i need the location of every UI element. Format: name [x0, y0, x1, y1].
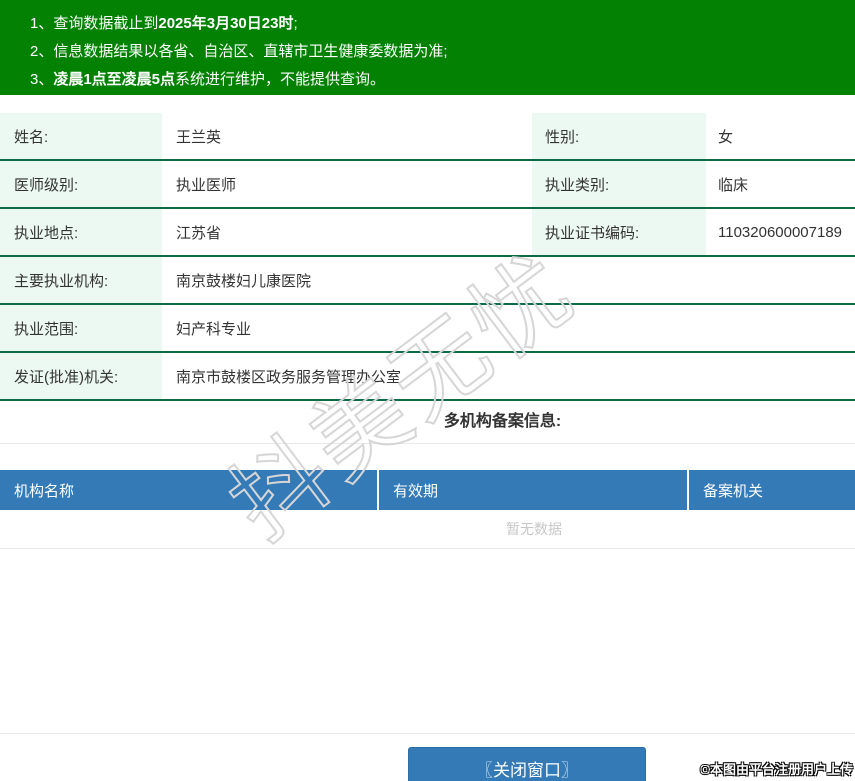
- info-row-main-org: 主要执业机构: 南京鼓楼妇儿康医院: [0, 257, 855, 305]
- practice-location-label: 执业地点:: [0, 209, 162, 255]
- close-window-button[interactable]: 〖关闭窗口〗: [408, 747, 646, 781]
- upload-copyright-watermark: ©本图由平台注册用户上传: [700, 762, 853, 777]
- notice-text: 查询数据截止到: [53, 15, 159, 32]
- main-organization-value: 南京鼓楼妇儿康医院: [162, 257, 855, 303]
- main-organization-label: 主要执业机构:: [0, 257, 162, 303]
- notice-text: 系统进行维护，不能提供查询。: [175, 71, 386, 88]
- notice-bold-text: 2025年3月30日23时: [158, 15, 294, 32]
- notice-line-1: 1、查询数据截止到2025年3月30日23时;: [30, 10, 855, 38]
- notice-number: 3、: [30, 71, 54, 88]
- filing-section-heading: 多机构备案信息:: [0, 401, 855, 444]
- gender-value: 女: [706, 113, 855, 159]
- notice-line-3: 3、凌晨1点至凌晨5点系统进行维护，不能提供查询。: [30, 66, 855, 94]
- notice-bold-text: 凌晨1点至凌晨5点: [53, 71, 176, 88]
- no-data-text: 暂无数据: [506, 521, 562, 537]
- column-header-institution-name: 机构名称: [0, 470, 379, 510]
- certificate-number-label: 执业证书编码:: [532, 209, 706, 255]
- notice-line-2: 2、信息数据结果以各省、自治区、直辖市卫生健康委数据为准;: [30, 38, 855, 66]
- notice-number: 1、: [30, 15, 54, 32]
- doctor-level-value: 执业医师: [162, 161, 532, 207]
- column-header-validity-period: 有效期: [379, 470, 689, 510]
- issuing-authority-value: 南京市鼓楼区政务服务管理办公室: [162, 353, 855, 399]
- practice-category-label: 执业类别:: [532, 161, 706, 207]
- info-row-scope: 执业范围: 妇产科专业: [0, 305, 855, 353]
- gender-label: 性别:: [532, 113, 706, 159]
- practice-location-value: 江苏省: [162, 209, 532, 255]
- issuing-authority-label: 发证(批准)机关:: [0, 353, 162, 399]
- name-label: 姓名:: [0, 113, 162, 159]
- column-header-filing-authority: 备案机关: [703, 482, 764, 500]
- filing-table-empty-row: 暂无数据: [0, 510, 855, 549]
- notice-text: 信息数据结果以各省、自治区、直辖市卫生健康委数据为准;: [53, 43, 448, 60]
- notice-banner: 1、查询数据截止到2025年3月30日23时; 2、信息数据结果以各省、自治区、…: [0, 0, 855, 95]
- filing-table-header: 机构名称 有效期 备案机关: [0, 470, 855, 510]
- practice-scope-label: 执业范围:: [0, 305, 162, 351]
- name-value: 王兰英: [162, 113, 532, 159]
- doctor-level-label: 医师级别:: [0, 161, 162, 207]
- footer-divider: [0, 733, 855, 734]
- info-row-location-cert: 执业地点: 江苏省 执业证书编码: 110320600007189: [0, 209, 855, 257]
- practice-category-value: 临床: [706, 161, 855, 207]
- certificate-number-value: 110320600007189: [706, 209, 855, 255]
- notice-text: ;: [293, 15, 298, 32]
- notice-number: 2、: [30, 43, 54, 60]
- info-row-level-category: 医师级别: 执业医师 执业类别: 临床: [0, 161, 855, 209]
- practice-scope-value: 妇产科专业: [162, 305, 855, 351]
- physician-info-table: 姓名: 王兰英 性别: 女 医师级别: 执业医师 执业类别: 临床 执业地点: …: [0, 113, 855, 401]
- info-row-name-gender: 姓名: 王兰英 性别: 女: [0, 113, 855, 161]
- info-row-issuer: 发证(批准)机关: 南京市鼓楼区政务服务管理办公室: [0, 353, 855, 401]
